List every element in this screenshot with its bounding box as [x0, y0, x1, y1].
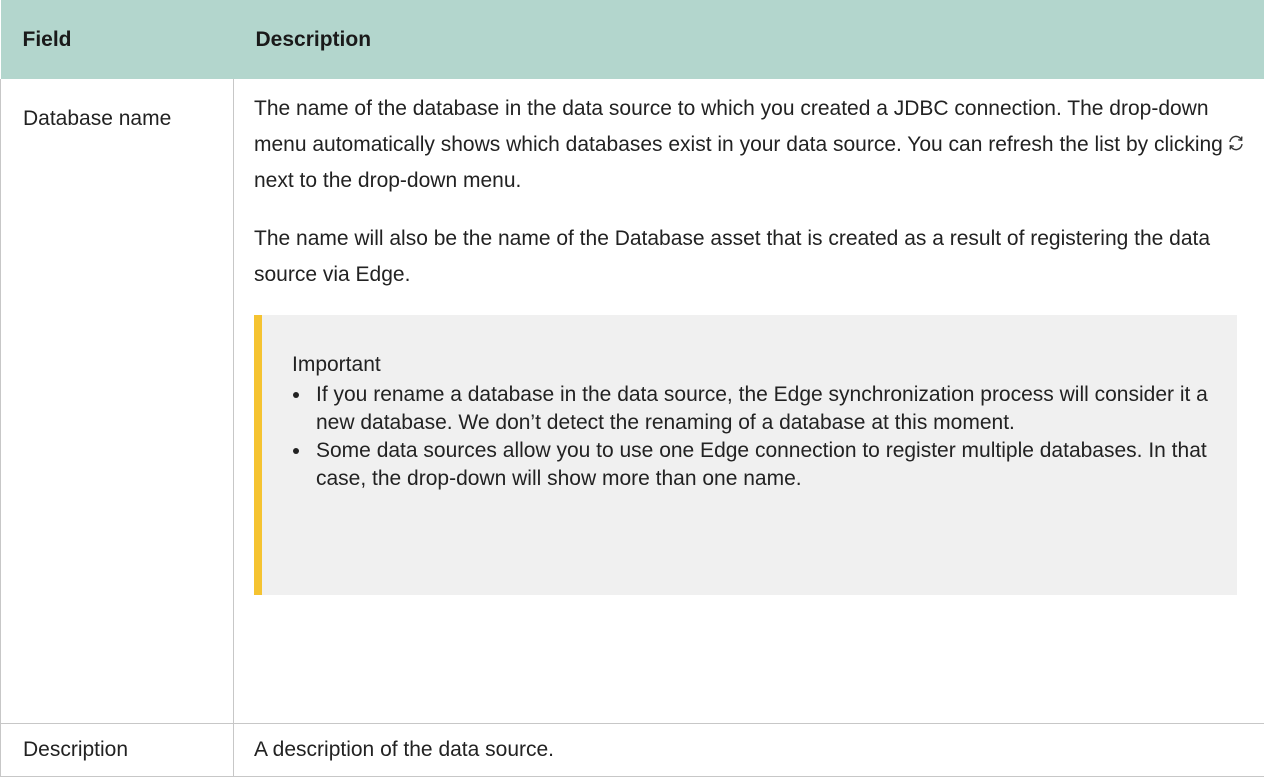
- note-list: If you rename a database in the data sou…: [292, 381, 1213, 493]
- description-text: next to the drop-down menu.: [254, 169, 521, 192]
- field-name-cell: Description: [1, 723, 234, 776]
- header-description: Description: [234, 0, 1264, 79]
- field-name-cell: Database name: [1, 79, 234, 723]
- important-note: Important If you rename a database in th…: [254, 315, 1237, 595]
- note-list-item: If you rename a database in the data sou…: [312, 381, 1213, 437]
- description-cell: A description of the data source.: [234, 723, 1264, 776]
- table-row: Database name The name of the database i…: [1, 79, 1264, 723]
- description-paragraph: The name of the database in the data sou…: [254, 91, 1257, 199]
- description-text: The name of the database in the data sou…: [254, 97, 1223, 156]
- refresh-icon: [1227, 134, 1245, 152]
- header-field: Field: [1, 0, 234, 79]
- note-list-item: Some data sources allow you to use one E…: [312, 437, 1213, 493]
- table-header-row: Field Description: [1, 0, 1264, 79]
- note-title: Important: [292, 351, 1213, 379]
- description-cell: The name of the database in the data sou…: [234, 79, 1264, 723]
- table-row: Description A description of the data so…: [1, 723, 1264, 776]
- field-description-table: Field Description Database name The name…: [0, 0, 1264, 777]
- description-paragraph: The name will also be the name of the Da…: [254, 221, 1257, 293]
